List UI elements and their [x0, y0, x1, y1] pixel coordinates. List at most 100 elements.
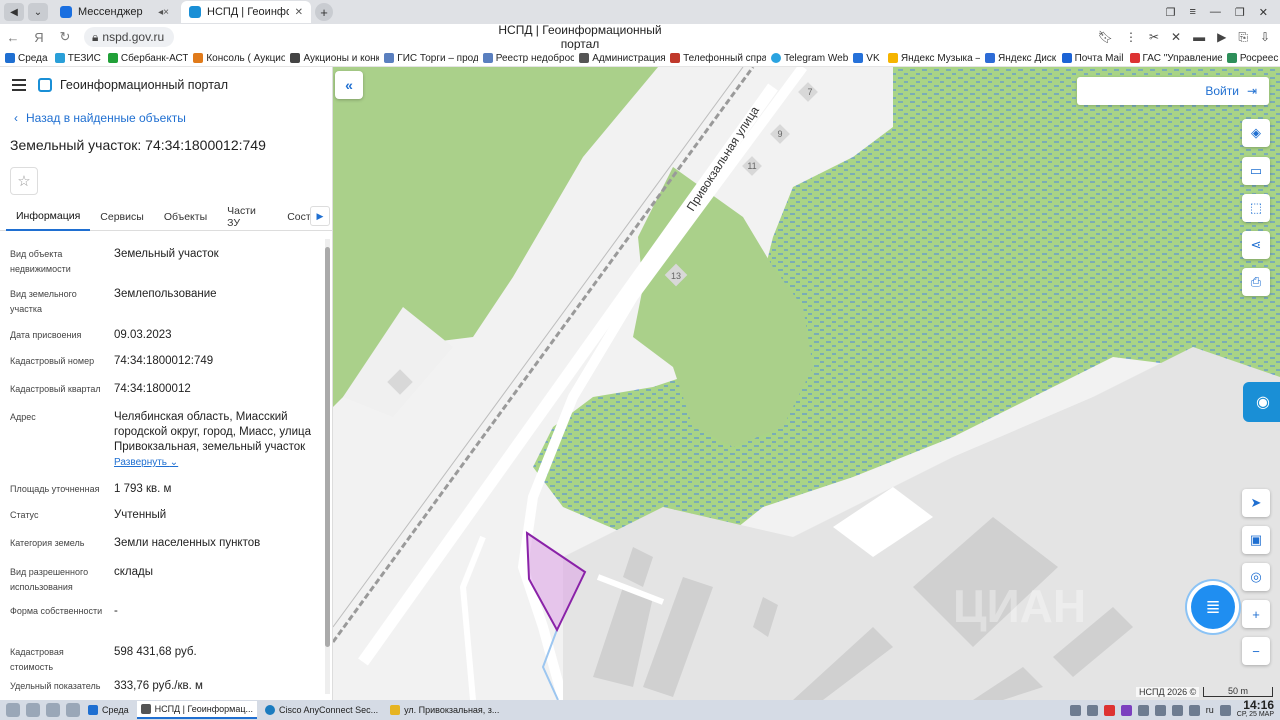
bookmark-icon[interactable]: 🔖︎	[1098, 30, 1113, 45]
share-button[interactable]: ⋖	[1242, 231, 1270, 259]
bookmark-item[interactable]: VK	[848, 53, 883, 64]
layers-icon: ◈	[1251, 125, 1261, 140]
back-arrow-icon[interactable]: ←	[0, 30, 26, 45]
tab-information[interactable]: Информация	[6, 203, 91, 231]
keyboard-layout[interactable]: ru	[1206, 705, 1214, 715]
zoom-out-button[interactable]: −	[1242, 637, 1270, 665]
restore-icon[interactable]: ❐	[1235, 6, 1245, 19]
bookmark-item[interactable]: Росреес	[1222, 53, 1280, 64]
files-icon[interactable]	[46, 703, 60, 717]
taskbar-task[interactable]: Cisco AnyConnect Sec...	[261, 701, 382, 719]
bookmark-favicon-icon	[384, 53, 395, 63]
start-menu-icon[interactable]	[6, 703, 20, 717]
back-to-results-link[interactable]: ‹ Назад в найденные объекты	[14, 111, 332, 125]
house-number: 13	[671, 271, 681, 281]
tab-nspd[interactable]: НСПД | Геоинформац... ✕	[181, 1, 311, 23]
assistant-tab[interactable]: ◉	[1243, 382, 1280, 422]
geolocation-button[interactable]: ◎	[1242, 563, 1270, 591]
yandex-logo-icon[interactable]: ⌄	[28, 3, 48, 21]
tab-messenger[interactable]: Мессенджер ◂×	[52, 1, 177, 23]
layers-button[interactable]: ◈	[1242, 119, 1270, 147]
measure-button[interactable]: ▭	[1242, 157, 1270, 185]
system-tray: ru 14:16 СР, 25 МАР	[1069, 699, 1280, 719]
tabs-scroll-right-icon[interactable]: ▶	[310, 206, 330, 226]
bookmark-item[interactable]: ГИС Торги – прод	[379, 53, 478, 64]
minimap-icon: ▣	[1249, 532, 1263, 547]
volume-icon[interactable]	[1171, 704, 1183, 716]
bookmark-panel-icon[interactable]: ❐	[1166, 6, 1176, 19]
more-icon[interactable]: ⋮	[1125, 30, 1137, 45]
bookmark-item[interactable]: Реестр недоброс	[478, 53, 574, 64]
tray-icon[interactable]	[1120, 704, 1132, 716]
extension-icon-2[interactable]: ✕	[1171, 30, 1181, 45]
taskbar-task[interactable]: ул. Привокзальная, з...	[386, 701, 503, 719]
minimize-icon[interactable]: —	[1210, 6, 1221, 19]
taskbar-task[interactable]: Среда	[84, 701, 133, 719]
bookmark-favicon-icon	[1061, 53, 1072, 63]
extension-icon-3[interactable]: ▬	[1193, 30, 1205, 45]
tab-audio-icon[interactable]: ◂×	[158, 7, 169, 18]
tab-menu-icon[interactable]: ◀	[4, 3, 24, 21]
bookmark-item[interactable]: Среда	[0, 53, 50, 64]
favorite-star-button[interactable]: ☆	[10, 167, 38, 195]
chat-button[interactable]: ≣	[1191, 585, 1235, 629]
bookmark-item[interactable]: Консоль ( Аукцио	[188, 53, 285, 64]
hamburger-menu-icon[interactable]	[12, 79, 26, 91]
select-area-button[interactable]: ⬚	[1242, 194, 1270, 222]
desktop-icon[interactable]	[26, 703, 40, 717]
tab-objects[interactable]: Объекты	[154, 203, 217, 231]
share-icon: ⋖	[1250, 237, 1262, 252]
bookmark-item[interactable]: ГАС "Управление	[1125, 53, 1222, 64]
url-field[interactable]: 🔒︎ nspd.gov.ru	[84, 27, 174, 47]
downloads-icon[interactable]: ⇩	[1260, 30, 1270, 45]
bookmark-item[interactable]: Аукционы и конк	[285, 53, 379, 64]
login-button[interactable]: Войти ⇥	[1077, 77, 1269, 105]
clock[interactable]: 14:16 СР, 25 МАР	[1237, 699, 1274, 719]
printer-icon: ⎙	[1250, 274, 1262, 289]
notification-icon[interactable]	[1188, 704, 1200, 716]
taskbar-task-active[interactable]: НСПД | Геоинформац...	[136, 701, 258, 719]
bookmark-item[interactable]: Яндекс Музыка –	[883, 53, 980, 64]
bookmark-favicon-icon	[579, 53, 590, 63]
media-icon[interactable]: ▶	[1217, 30, 1226, 45]
tray-icon[interactable]	[1086, 704, 1098, 716]
bookmark-item[interactable]: Телефонный спра	[665, 53, 766, 64]
scrollbar-thumb[interactable]	[325, 247, 330, 647]
reload-icon[interactable]: ↻	[52, 29, 78, 45]
house-number: 11	[747, 161, 756, 171]
zoom-in-button[interactable]: +	[1242, 600, 1270, 628]
bookmark-item[interactable]: ТЕЗИС	[50, 53, 103, 64]
new-tab-button[interactable]: +	[315, 3, 333, 21]
property-row: Вид земельного участка Землепользование	[10, 288, 217, 314]
expand-address-link[interactable]: Развернуть ⌄	[114, 455, 322, 470]
bookmark-item[interactable]: Яндекс Диск	[980, 53, 1057, 64]
map-scale: 50 m	[1203, 687, 1273, 697]
yandex-icon[interactable]: Я	[26, 30, 52, 45]
menu-icon[interactable]: ≡	[1189, 6, 1195, 19]
map-view[interactable]: Привокзальная улица 7 9 11 13 ЦИАН « Вой…	[333, 67, 1280, 700]
tray-icon[interactable]	[1154, 704, 1166, 716]
tab-close-icon[interactable]: ✕	[295, 7, 303, 18]
chevron-left-icon: ‹	[14, 111, 18, 125]
tab-parcel-parts[interactable]: Части ЗУ	[217, 203, 277, 231]
tab-services[interactable]: Сервисы	[90, 203, 154, 231]
browser-launcher-icon[interactable]	[66, 703, 80, 717]
screen: ◀ ⌄ Мессенджер ◂× НСПД | Геоинформац... …	[0, 0, 1280, 720]
minimap-button[interactable]: ▣	[1242, 526, 1270, 554]
close-window-icon[interactable]: ✕	[1259, 6, 1268, 19]
reader-icon[interactable]: ⎘	[1238, 30, 1248, 45]
collapse-panel-button[interactable]: «	[335, 71, 363, 99]
bookmark-item[interactable]: Администрация	[574, 53, 665, 64]
bookmark-item[interactable]: Telegram Web	[766, 53, 848, 64]
bookmark-item[interactable]: Почта Mail	[1057, 53, 1125, 64]
locate-button[interactable]: ➤	[1242, 489, 1270, 517]
extension-icon[interactable]: ✂	[1149, 30, 1159, 45]
network-icon[interactable]	[1219, 704, 1231, 716]
print-button[interactable]: ⎙	[1242, 268, 1270, 296]
bookmark-item[interactable]: Сбербанк-АСТ	[103, 53, 188, 64]
tray-icon[interactable]	[1069, 704, 1081, 716]
panel-scrollbar[interactable]	[325, 239, 330, 694]
tray-icon[interactable]	[1137, 704, 1149, 716]
chat-icon: ≣	[1205, 596, 1221, 617]
tray-icon[interactable]	[1103, 704, 1115, 716]
